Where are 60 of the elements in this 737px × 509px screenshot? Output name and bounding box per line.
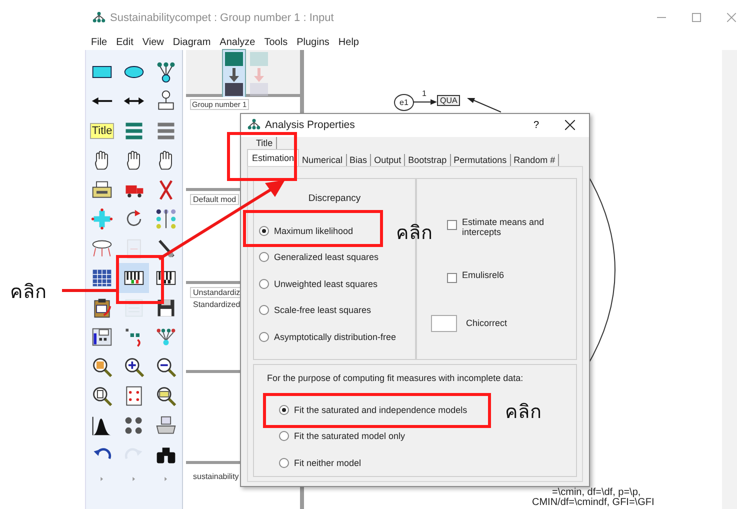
window-title: Sustainabilitycompet : Group number 1 : Input [110, 12, 334, 24]
app-icon [247, 118, 261, 132]
input-view-icon[interactable] [223, 50, 245, 98]
radio-label[interactable]: Fit the saturated model only [294, 431, 406, 442]
menu-item[interactable]: Help [338, 37, 359, 48]
radio-label[interactable]: Fit neither model [294, 458, 362, 468]
radio-button[interactable] [259, 332, 269, 342]
menu-item[interactable]: Plugins [296, 37, 330, 48]
path-arrow [467, 97, 501, 113]
field-label: Chicorrect [466, 318, 508, 328]
fit-caption: =\cmin, df=\df, p=\p, [552, 488, 641, 498]
radio-button[interactable] [279, 431, 289, 442]
annotation-label: คลิก [505, 400, 542, 425]
highlight-box [227, 132, 297, 181]
radio-label[interactable]: Generalized least squares [274, 252, 379, 262]
menu-item[interactable]: Analyze [220, 37, 256, 48]
maximize-icon[interactable] [692, 13, 701, 22]
path-arrow [413, 98, 437, 106]
format-item[interactable]: Standardized [190, 298, 244, 311]
radio-label[interactable]: Asymptotically distribution-free [274, 332, 396, 342]
checkbox[interactable] [447, 220, 457, 230]
radio-label[interactable]: Scale-free least squares [274, 305, 372, 316]
checkbox[interactable] [447, 272, 457, 282]
annotation-label: คลิก [10, 280, 47, 305]
highlight-box [116, 255, 164, 304]
model-item[interactable]: Default mod [190, 194, 240, 205]
keys-icon[interactable] [119, 263, 149, 294]
radio-button[interactable] [259, 252, 269, 262]
menu-item[interactable]: Diagram [172, 37, 211, 48]
title-tool[interactable]: Title [90, 122, 114, 139]
menu-item[interactable]: Tools [264, 37, 288, 48]
leader-line [62, 289, 116, 292]
dialog-title: Analysis Properties [265, 119, 355, 132]
variable-box: QUA [437, 95, 460, 106]
radio-button[interactable] [279, 404, 289, 415]
menu-item[interactable]: Edit [116, 37, 134, 48]
radio-button[interactable] [259, 278, 269, 289]
checkbox-label[interactable]: Emulisrel6 [462, 270, 558, 280]
tab[interactable]: Estimation [247, 148, 300, 166]
menu-item[interactable]: File [91, 37, 108, 48]
radio-label[interactable]: Fit the saturated and independence models [294, 404, 468, 415]
input-field[interactable] [431, 314, 457, 332]
help-button[interactable]: ? [531, 120, 541, 131]
radio-label[interactable]: Maximum likelihood [274, 226, 354, 236]
radio-button[interactable] [259, 226, 269, 236]
radio-label[interactable]: Unweighted least squares [274, 278, 378, 289]
menu-item[interactable]: View [142, 37, 164, 48]
radio-button[interactable] [279, 458, 289, 468]
checkbox-label[interactable]: Estimate means and intercepts [462, 216, 558, 236]
group-heading: For the purpose of computing fit measures with incomplete data: [267, 372, 524, 382]
fit-caption: CMIN/df=\cmindf, GFI=\GFI [532, 498, 654, 508]
diagram-file-name[interactable]: sustainability [190, 470, 242, 483]
group-heading: Discrepancy [308, 192, 361, 204]
path-label: 1 [422, 89, 426, 98]
radio-button[interactable] [259, 305, 269, 316]
close-icon[interactable] [565, 120, 575, 130]
cross-icon[interactable] [89, 206, 115, 232]
error-circle: e1 [394, 94, 414, 111]
app-icon [92, 10, 106, 24]
annotation-label: คลิก [396, 221, 433, 246]
